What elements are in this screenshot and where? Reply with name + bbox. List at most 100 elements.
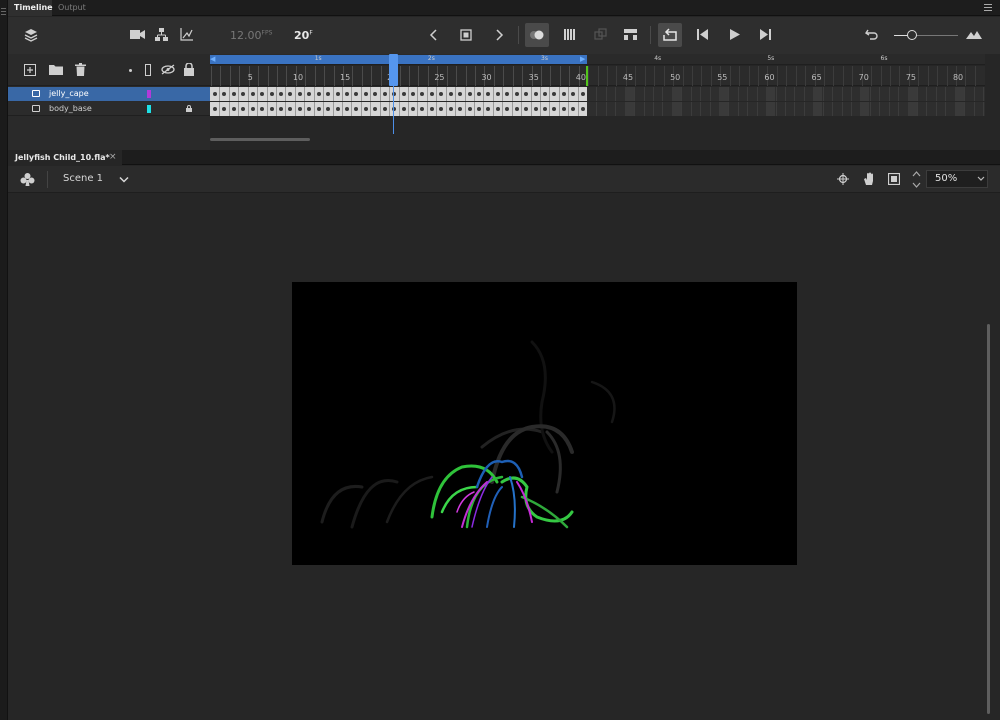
frame-span-jelly-cape[interactable]	[210, 87, 589, 101]
keyframe-dot[interactable]	[458, 92, 463, 96]
keyframe-dot[interactable]	[279, 92, 283, 96]
scene-name[interactable]: Scene 1	[63, 173, 103, 184]
layer-row-jelly-cape[interactable]: jelly_cape	[8, 87, 210, 101]
zoom-level-input[interactable]: 50%	[926, 170, 988, 188]
keyframe-dot[interactable]	[429, 92, 434, 96]
keyframe-dot[interactable]	[477, 107, 482, 111]
zoom-slider-knob[interactable]	[907, 30, 917, 40]
insert-keyframe-icon[interactable]	[460, 29, 472, 41]
keyframe-dot[interactable]	[326, 107, 331, 111]
keyframe-dot[interactable]	[543, 107, 548, 111]
create-classic-tween-icon[interactable]	[624, 29, 637, 40]
stage-pasteboard[interactable]	[8, 194, 1000, 720]
keyframe-dot[interactable]	[260, 107, 265, 111]
keyframe-dot[interactable]	[363, 107, 368, 111]
keyframe-dot[interactable]	[580, 92, 585, 96]
keyframe-dot[interactable]	[307, 92, 312, 96]
keyframe-dot[interactable]	[354, 107, 359, 111]
new-layer-icon[interactable]	[24, 64, 36, 76]
loop-icon-disabled[interactable]	[594, 28, 607, 41]
keyframe-dot[interactable]	[420, 92, 425, 96]
keyframe-dot[interactable]	[316, 107, 321, 111]
delete-layer-icon[interactable]	[75, 63, 86, 76]
play-icon[interactable]	[730, 29, 740, 40]
keyframe-dot[interactable]	[345, 92, 350, 96]
tab-timeline[interactable]: Timeline	[8, 0, 53, 16]
keyframe-dot[interactable]	[448, 92, 453, 96]
chevron-down-icon[interactable]	[977, 171, 985, 187]
edit-multiple-frames-icon[interactable]	[564, 28, 576, 41]
frame-ruler[interactable]: 5101520253035404550556065707580	[210, 66, 985, 86]
keyframe-dot[interactable]	[495, 107, 500, 111]
keyframe-dot[interactable]	[411, 107, 416, 111]
keyframe-dot[interactable]	[524, 107, 529, 111]
keyframe-dot[interactable]	[420, 107, 425, 111]
keyframe-dot[interactable]	[401, 107, 406, 111]
clip-content-icon[interactable]	[888, 173, 900, 185]
layer-color-chip[interactable]	[147, 105, 151, 113]
keyframe-dot[interactable]	[382, 107, 387, 111]
keyframe-dot[interactable]	[297, 92, 302, 96]
scene-clubs-icon[interactable]	[20, 172, 35, 187]
keyframe-dot[interactable]	[429, 107, 434, 111]
keyframe-dot[interactable]	[345, 107, 350, 111]
keyframe-dot[interactable]	[552, 107, 557, 111]
keyframe-dot[interactable]	[213, 107, 217, 111]
timeline-horizontal-scrollbar[interactable]	[210, 138, 310, 141]
keyframe-dot[interactable]	[222, 92, 227, 96]
keyframe-dot[interactable]	[467, 107, 472, 111]
keyframe-dot[interactable]	[373, 107, 378, 111]
keyframe-dot[interactable]	[307, 107, 312, 111]
frames-area[interactable]: ◀ ▶ 1s2s3s4s5s6s 51015202530354045505560…	[210, 54, 985, 150]
keyframe-dot[interactable]	[580, 107, 585, 111]
keyframe-dot[interactable]	[363, 92, 368, 96]
keyframe-dot[interactable]	[533, 92, 538, 96]
panel-menu-icon[interactable]	[984, 4, 992, 11]
layer-row-body-base[interactable]: body_base	[8, 102, 210, 116]
keyframe-dot[interactable]	[505, 107, 510, 111]
keyframe-dot[interactable]	[373, 92, 378, 96]
keyframe-dot[interactable]	[288, 92, 293, 96]
step-back-icon[interactable]	[697, 29, 709, 40]
keyframe-dot[interactable]	[241, 92, 246, 96]
keyframe-dot[interactable]	[250, 107, 255, 111]
layers-icon[interactable]	[24, 28, 38, 42]
keyframe-dot[interactable]	[213, 92, 217, 96]
stage-canvas[interactable]	[292, 282, 797, 565]
show-dot-icon[interactable]	[129, 69, 132, 72]
keyframe-dot[interactable]	[354, 92, 359, 96]
chevron-down-icon[interactable]	[119, 176, 129, 184]
left-panel-edge[interactable]	[0, 0, 8, 720]
camera-icon[interactable]	[130, 29, 145, 40]
keyframe-dot[interactable]	[382, 92, 387, 96]
keyframe-dot[interactable]	[561, 107, 566, 111]
playhead[interactable]	[389, 54, 398, 86]
keyframe-dot[interactable]	[571, 92, 576, 96]
empty-frames-body-base[interactable]	[587, 102, 985, 116]
zoom-stepper-icon[interactable]	[912, 170, 921, 189]
keyframe-dot[interactable]	[231, 107, 236, 111]
document-tab[interactable]: Jellyfish Child_10.fla* ×	[8, 150, 122, 165]
keyframe-dot[interactable]	[316, 92, 321, 96]
keyframe-dot[interactable]	[439, 107, 444, 111]
keyframe-dot[interactable]	[514, 107, 519, 111]
zoom-slider-track[interactable]	[894, 35, 958, 36]
prev-keyframe-icon[interactable]	[429, 29, 439, 41]
rotate-hand-icon[interactable]	[862, 172, 876, 186]
keyframe-dot[interactable]	[250, 92, 255, 96]
keyframe-dot[interactable]	[269, 107, 274, 111]
grip-icon[interactable]	[1, 8, 6, 16]
lock-icon[interactable]	[186, 105, 192, 112]
keyframe-dot[interactable]	[401, 92, 406, 96]
keyframe-dot[interactable]	[279, 107, 283, 111]
keyframe-dot[interactable]	[411, 92, 416, 96]
keyframe-dot[interactable]	[552, 92, 557, 96]
graph-icon[interactable]	[180, 28, 193, 41]
undo-zoom-icon[interactable]	[865, 29, 878, 40]
keyframe-dot[interactable]	[524, 92, 529, 96]
range-end-icon[interactable]: ▶	[580, 55, 586, 64]
keyframe-dot[interactable]	[260, 92, 265, 96]
keyframe-dot[interactable]	[571, 107, 576, 111]
range-start-icon[interactable]: ◀	[210, 55, 216, 64]
layer-color-chip[interactable]	[147, 90, 151, 98]
